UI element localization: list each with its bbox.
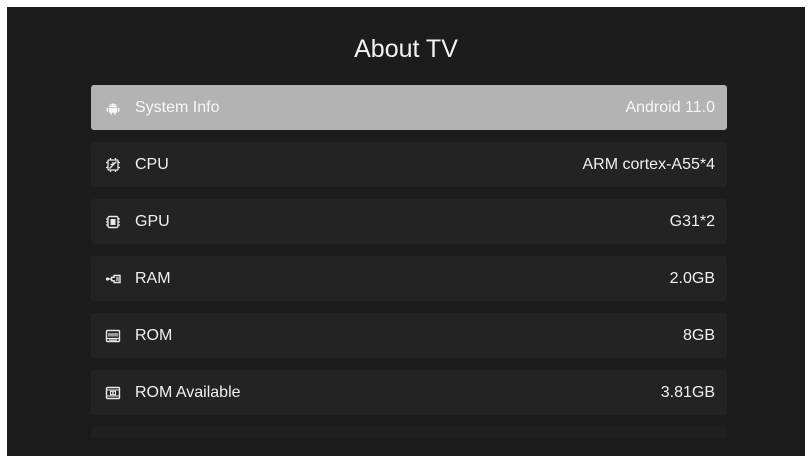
list-item-ram[interactable]: RAM 2.0GB xyxy=(91,256,727,301)
list-item-label: System Info xyxy=(135,98,220,116)
list-item-value: 2.0GB xyxy=(669,269,715,287)
list-item-cpu[interactable]: CPU ARM cortex-A55*4 xyxy=(91,142,727,187)
list-item-label: ROM xyxy=(135,326,173,344)
list-item-value: 3.81GB xyxy=(660,383,715,401)
cpu-icon xyxy=(105,157,121,173)
storage-icon xyxy=(105,328,121,344)
list-item-partial[interactable] xyxy=(91,427,727,437)
ram-icon xyxy=(105,271,121,287)
list-item-gpu[interactable]: GPU G31*2 xyxy=(91,199,727,244)
about-tv-list: System Info Android 11.0 CPU ARM cortex-… xyxy=(91,85,727,437)
list-item-value: G31*2 xyxy=(669,212,715,230)
tv-screen: About TV System Info Android 11.0 CPU AR… xyxy=(7,7,805,456)
list-item-label: GPU xyxy=(135,212,170,230)
list-item-rom[interactable]: ROM 8GB xyxy=(91,313,727,358)
list-item-value: Android 11.0 xyxy=(625,98,715,116)
list-item-value: ARM cortex-A55*4 xyxy=(582,155,716,173)
android-icon xyxy=(105,100,121,116)
list-item-label: CPU xyxy=(135,155,169,173)
chip-icon xyxy=(105,214,121,230)
list-item-rom-available[interactable]: ROM Available 3.81GB xyxy=(91,370,727,415)
list-item-system-info[interactable]: System Info Android 11.0 xyxy=(91,85,727,130)
list-item-label: ROM Available xyxy=(135,383,241,401)
storage-available-icon xyxy=(105,385,121,401)
page-title: About TV xyxy=(354,35,458,63)
list-item-value: 8GB xyxy=(682,326,715,344)
list-item-label: RAM xyxy=(135,269,171,287)
